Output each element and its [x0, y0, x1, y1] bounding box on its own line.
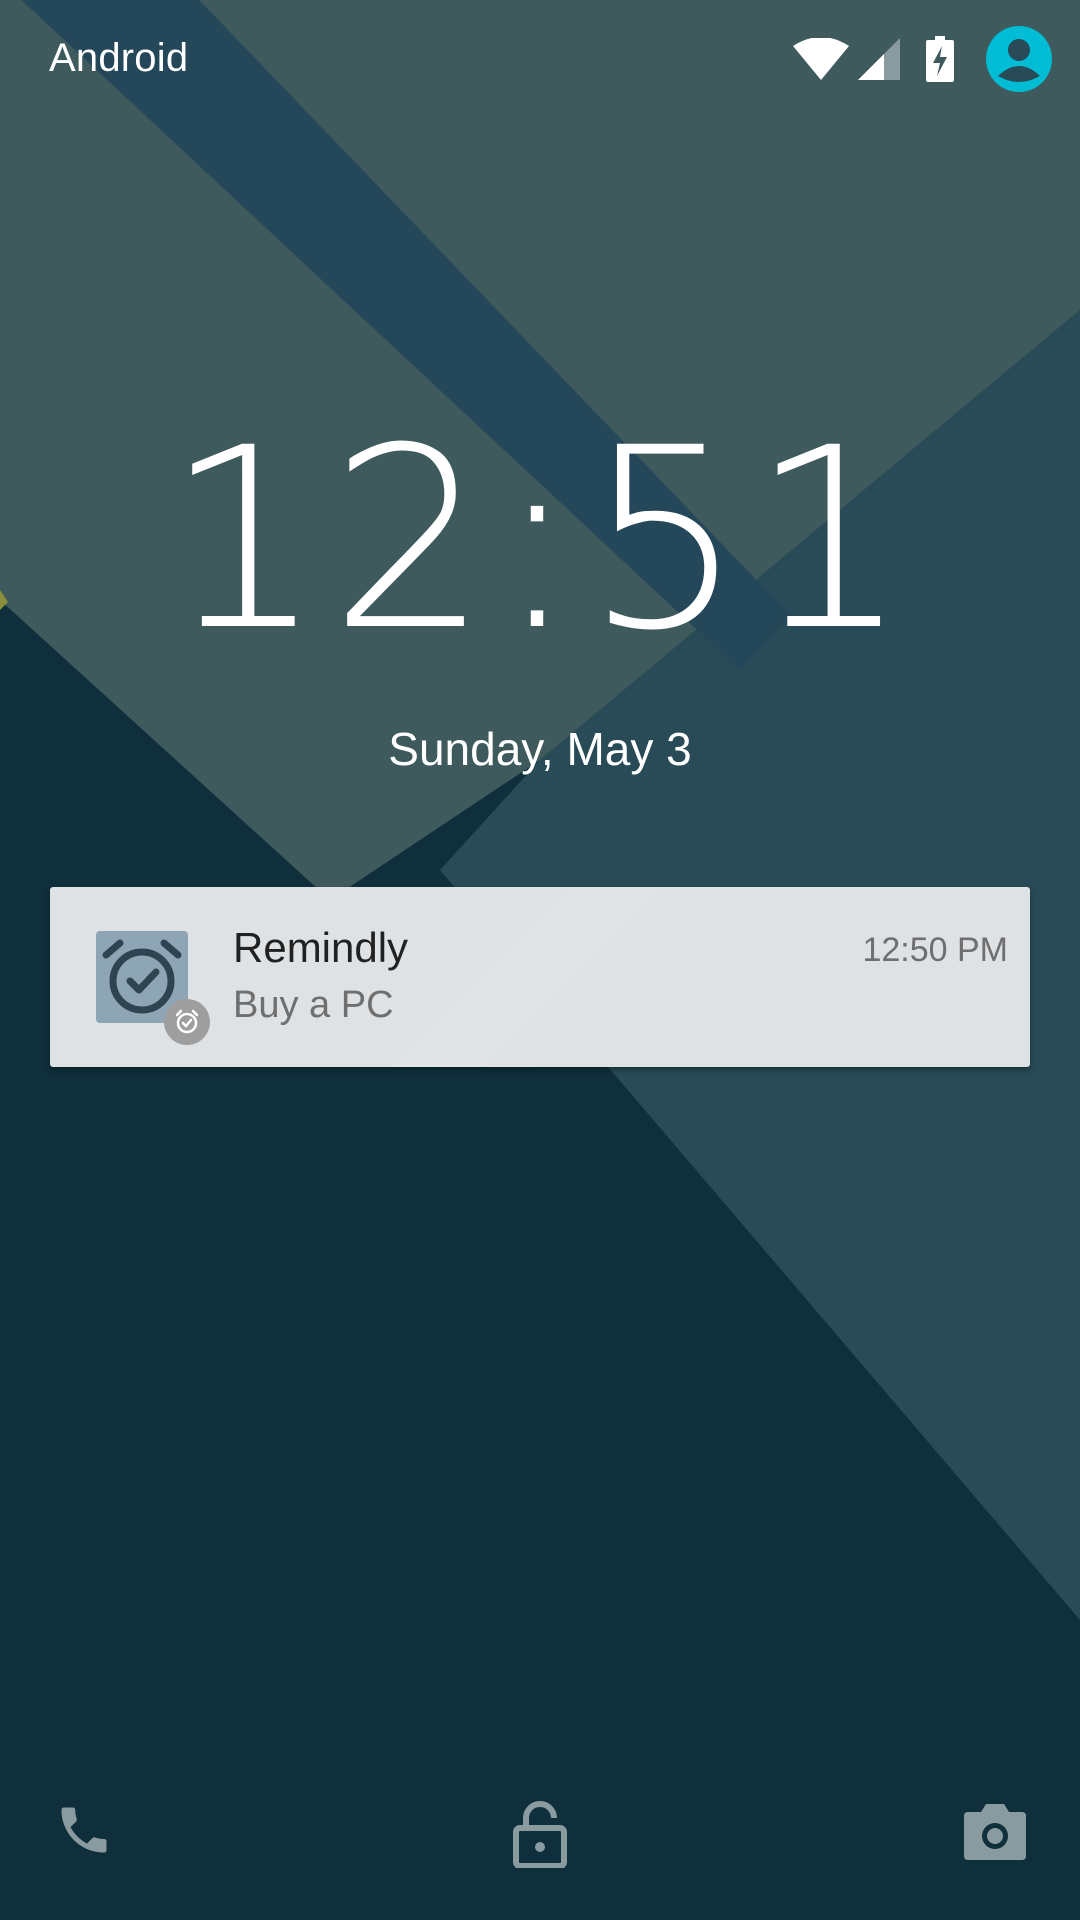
carrier-label: Android [49, 36, 189, 80]
battery-charging-icon [926, 36, 954, 82]
notification-title: Remindly [233, 924, 409, 971]
notification-time: 12:50 PM [862, 931, 1008, 969]
lock-icon[interactable] [510, 1798, 570, 1868]
lock-clock: 12:51 [164, 394, 916, 685]
notification-badge [164, 999, 210, 1045]
alarm-small-icon [175, 1009, 199, 1034]
wifi-icon [793, 38, 849, 80]
notification-text: Buy a PC [233, 984, 394, 1026]
lock-date: Sunday, May 3 [388, 723, 692, 775]
phone-icon[interactable] [54, 1800, 114, 1860]
notification-card[interactable]: Remindly Buy a PC 12:50 PM [50, 887, 1030, 1067]
cell-signal-icon [858, 38, 900, 80]
user-avatar-icon[interactable] [986, 26, 1052, 92]
camera-icon[interactable] [964, 1804, 1026, 1860]
